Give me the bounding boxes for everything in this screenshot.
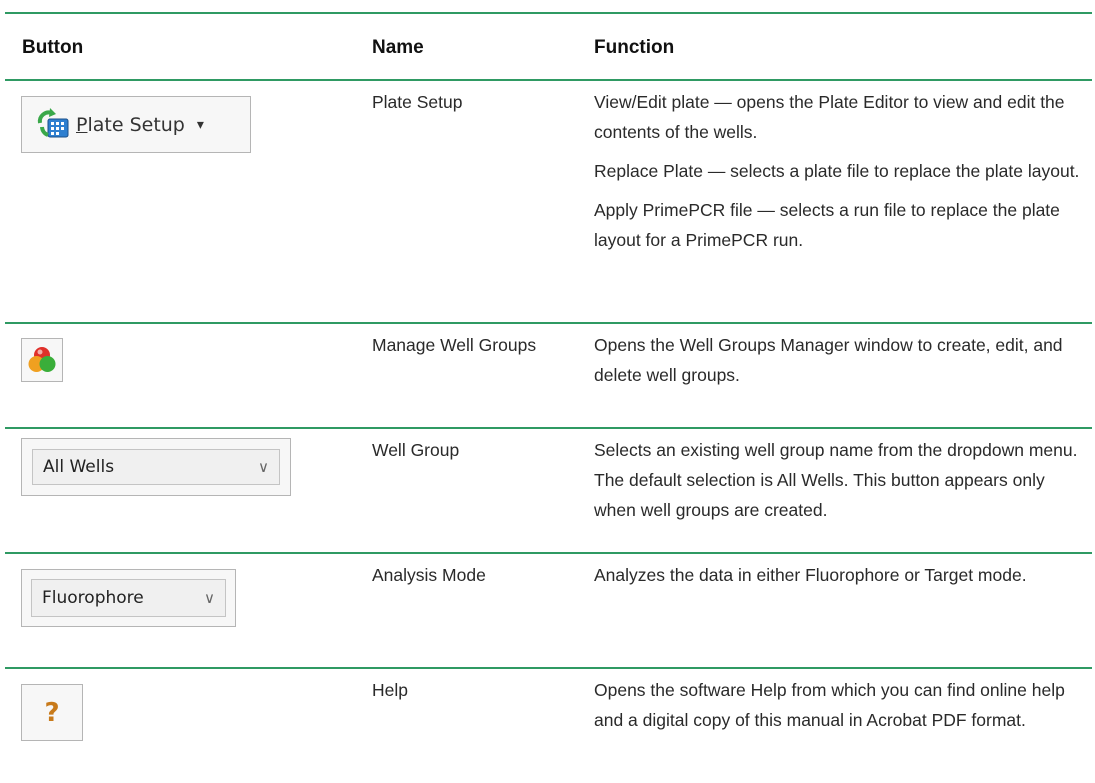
plate-setup-button[interactable]: Plate Setup ▾: [21, 96, 251, 153]
row-function: Selects an existing well group name from…: [594, 435, 1089, 534]
chevron-down-icon: ∨: [258, 458, 269, 476]
function-paragraph: Opens the Well Groups Manager window to …: [594, 335, 1063, 385]
function-paragraph: Opens the software Help from which you c…: [594, 680, 1065, 730]
dropdown-arrow-icon: ▾: [196, 116, 204, 133]
analysis-mode-dropdown-frame: Fluorophore ∨: [21, 569, 236, 627]
row-function: Analyzes the data in either Fluorophore …: [594, 560, 1089, 599]
manage-well-groups-button[interactable]: [21, 338, 63, 382]
row-function: View/Edit plate — opens the Plate Editor…: [594, 87, 1089, 264]
row-divider: [5, 552, 1092, 554]
row-function: Opens the software Help from which you c…: [594, 675, 1089, 744]
selected-value: Fluorophore: [42, 588, 144, 608]
function-paragraph: Replace Plate — selects a plate file to …: [594, 161, 1080, 181]
access-key: P: [76, 113, 88, 136]
function-paragraph: Apply PrimePCR file — selects a run file…: [594, 200, 1060, 250]
row-divider: [5, 322, 1092, 324]
row-name: Manage Well Groups: [372, 335, 537, 355]
label-rest: late Setup: [87, 113, 185, 136]
row-divider: [5, 427, 1092, 429]
row-divider: [5, 667, 1092, 669]
row-function: Opens the Well Groups Manager window to …: [594, 330, 1089, 399]
table-header-rule: [5, 79, 1092, 81]
plate-setup-button-label: Plate Setup: [76, 114, 185, 136]
table-top-rule: [5, 12, 1092, 14]
plate-setup-icon: [36, 107, 72, 143]
function-paragraph: View/Edit plate — opens the Plate Editor…: [594, 92, 1065, 142]
column-header-function: Function: [594, 37, 675, 58]
function-paragraph: Selects an existing well group name from…: [594, 440, 1078, 520]
row-name: Well Group: [372, 440, 460, 460]
well-group-select[interactable]: All Wells ∨: [32, 449, 280, 485]
analysis-mode-select[interactable]: Fluorophore ∨: [31, 579, 226, 617]
well-group-dropdown-frame: All Wells ∨: [21, 438, 291, 496]
row-name: Analysis Mode: [372, 565, 486, 585]
selected-value: All Wells: [43, 457, 115, 477]
row-name: Plate Setup: [372, 92, 463, 112]
row-name: Help: [372, 680, 408, 700]
chevron-down-icon: ∨: [204, 589, 215, 607]
help-icon: ?: [44, 697, 60, 728]
column-header-button: Button: [22, 37, 84, 58]
help-button[interactable]: ?: [21, 684, 83, 741]
function-paragraph: Analyzes the data in either Fluorophore …: [594, 565, 1027, 585]
manage-well-groups-icon: [27, 345, 57, 375]
column-header-name: Name: [372, 37, 424, 58]
